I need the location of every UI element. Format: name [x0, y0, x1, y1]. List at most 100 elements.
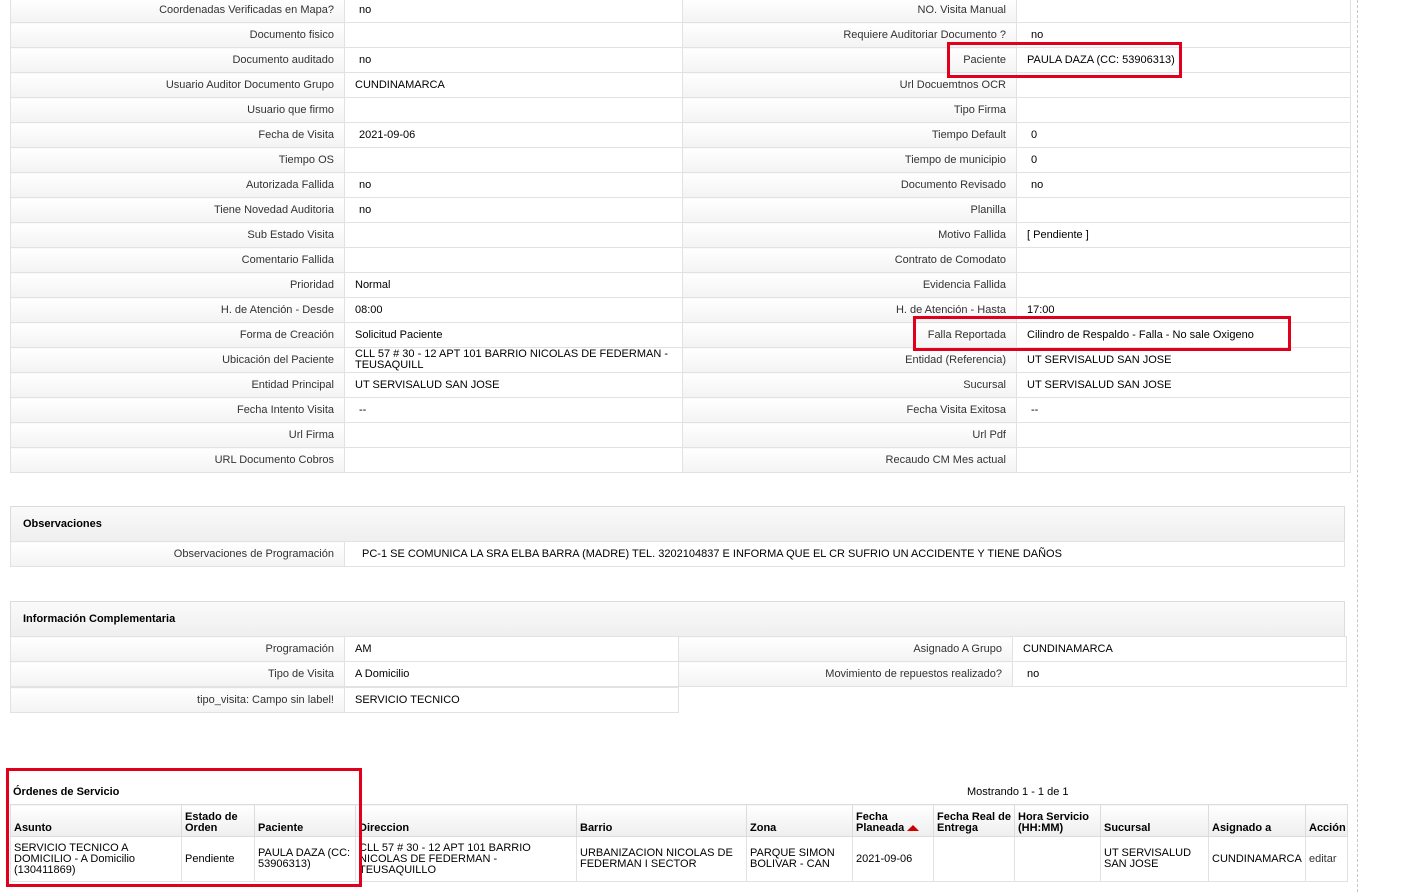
sort-ascending-icon[interactable]	[907, 825, 920, 832]
field-value: 0	[1016, 122, 1351, 148]
field-value	[1016, 247, 1351, 273]
field-label: Coordenadas Verificadas en Mapa?	[10, 0, 345, 23]
field-label: Tipo de Visita	[10, 661, 345, 687]
field-label: Fecha Intento Visita	[10, 397, 345, 423]
field-value: no	[1016, 172, 1351, 198]
field-label: Url Pdf	[682, 422, 1017, 448]
detail-row: Prioridad Normal Evidencia Fallida	[10, 272, 1351, 298]
detail-row: Fecha de Visita 2021-09-06 Tiempo Default 0	[10, 122, 1351, 148]
column-header-barrio[interactable]: Barrio	[576, 804, 747, 837]
field-label: Documento Revisado	[682, 172, 1017, 198]
field-label: Autorizada Fallida	[10, 172, 345, 198]
section-title: Información Complementaria	[10, 601, 1345, 636]
field-value: 0	[1016, 147, 1351, 173]
field-label: Sub Estado Visita	[10, 222, 345, 248]
field-value: no	[344, 47, 683, 73]
field-value: CUNDINAMARCA	[1012, 636, 1347, 662]
informacion-complementaria-section: Información Complementaria Programación …	[10, 601, 1347, 713]
field-value	[344, 147, 683, 173]
cell-asignado: CUNDINAMARCA	[1208, 836, 1306, 882]
column-header-sucursal[interactable]: Sucursal	[1100, 804, 1209, 837]
cell-fecha-planeada: 2021-09-06	[852, 836, 934, 882]
column-header-hora[interactable]: Hora Servicio (HH:MM)	[1014, 804, 1101, 837]
column-header-fecha-real[interactable]: Fecha Real de Entrega	[933, 804, 1015, 837]
field-label: Entidad Principal	[10, 372, 345, 398]
field-label: Planilla	[682, 197, 1017, 223]
observaciones-value: PC-1 SE COMUNICA LA SRA ELBA BARRA (MADR…	[344, 541, 1345, 567]
cell-sucursal: UT SERVISALUD SAN JOSE	[1100, 836, 1209, 882]
detail-row: Tiempo OS Tiempo de municipio 0	[10, 147, 1351, 173]
field-label: tipo_visita: Campo sin label!	[10, 687, 345, 713]
field-label: Forma de Creación	[10, 322, 345, 348]
field-label: Prioridad	[10, 272, 345, 298]
field-value: Normal	[344, 272, 683, 298]
field-value: UT SERVISALUD SAN JOSE	[1016, 347, 1351, 373]
field-label: Asignado A Grupo	[678, 636, 1013, 662]
field-label: Observaciones de Programación	[10, 541, 345, 567]
detail-row: Ubicación del Paciente CLL 57 # 30 - 12 A…	[10, 347, 1351, 373]
field-label: Sucursal	[682, 372, 1017, 398]
field-label: Fecha Visita Exitosa	[682, 397, 1017, 423]
column-header-asignado[interactable]: Asignado a	[1208, 804, 1306, 837]
field-value	[1016, 272, 1351, 298]
field-value: UT SERVISALUD SAN JOSE	[1016, 372, 1351, 398]
field-value: [ Pendiente ]	[1016, 222, 1351, 248]
detail-row: Entidad Principal UT SERVISALUD SAN JOSE S…	[10, 372, 1351, 398]
detail-row: Comentario Fallida Contrato de Comodato	[10, 247, 1351, 273]
field-value: no	[344, 0, 683, 23]
detail-row: Autorizada Fallida no Documento Revisado no	[10, 172, 1351, 198]
column-header-direccion[interactable]: Direccion	[355, 804, 577, 837]
field-value	[344, 22, 683, 48]
field-value	[1016, 197, 1351, 223]
field-value: --	[344, 397, 683, 423]
cell-barrio: URBANIZACION NICOLAS DE FEDERMAN I SECTO…	[576, 836, 747, 882]
field-value	[344, 422, 683, 448]
field-value: Solicitud Paciente	[344, 322, 683, 348]
field-value: UT SERVISALUD SAN JOSE	[344, 372, 683, 398]
column-header-accion: Acción	[1305, 804, 1348, 837]
field-value	[344, 97, 683, 123]
field-label: Tipo Firma	[682, 97, 1017, 123]
pagination-count: Mostrando 1 - 1 de 1	[967, 786, 1069, 798]
detail-row: Usuario que firmo Tipo Firma	[10, 97, 1351, 123]
detail-row: Tiene Novedad Auditoria no Planilla	[10, 197, 1351, 223]
field-label: Motivo Fallida	[682, 222, 1017, 248]
field-value	[1016, 0, 1351, 23]
field-value: no	[344, 197, 683, 223]
highlight-falla-reportada	[913, 316, 1291, 351]
field-value: AM	[344, 636, 679, 662]
field-label: Recaudo CM Mes actual	[682, 447, 1017, 473]
field-label: Evidencia Fallida	[682, 272, 1017, 298]
field-label: Documento fisico	[10, 22, 345, 48]
field-label: Ubicación del Paciente	[10, 347, 345, 373]
field-label: NO. Visita Manual	[682, 0, 1017, 23]
section-title: Observaciones	[10, 506, 1345, 541]
edit-link[interactable]: editar	[1309, 853, 1337, 865]
field-value: CLL 57 # 30 - 12 APT 101 BARRIO NICOLAS …	[344, 347, 683, 373]
column-header-label: Fecha Planeada	[856, 811, 905, 834]
page-divider	[1357, 0, 1358, 892]
field-value: 2021-09-06	[344, 122, 683, 148]
field-value	[1016, 422, 1351, 448]
cell-direccion: CLL 57 # 30 - 12 APT 101 BARRIO NICOLAS …	[355, 836, 577, 882]
detail-row: Sub Estado Visita Motivo Fallida[ Pendien…	[10, 222, 1351, 248]
field-value: SERVICIO TECNICO	[344, 687, 679, 713]
field-value	[1016, 97, 1351, 123]
field-label: Tiempo OS	[10, 147, 345, 173]
field-label: URL Documento Cobros	[10, 447, 345, 473]
cell-zona: PARQUE SIMON BOLIVAR - CAN	[746, 836, 853, 882]
field-label: Programación	[10, 636, 345, 662]
cell-hora	[1014, 836, 1101, 882]
detail-row: URL Documento Cobros Recaudo CM Mes actua…	[10, 447, 1351, 473]
highlight-paciente	[947, 42, 1182, 78]
field-value	[344, 447, 683, 473]
field-value: CUNDINAMARCA	[344, 72, 683, 98]
field-value	[344, 247, 683, 273]
field-label: Tiene Novedad Auditoria	[10, 197, 345, 223]
field-label: Entidad (Referencia)	[682, 347, 1017, 373]
column-header-zona[interactable]: Zona	[746, 804, 853, 837]
column-header-fecha-planeada[interactable]: Fecha Planeada	[852, 804, 934, 837]
highlight-orders-table	[6, 768, 362, 887]
field-value: no	[344, 172, 683, 198]
detail-row: Coordenadas Verificadas en Mapa? no NO. Vi…	[10, 0, 1351, 23]
